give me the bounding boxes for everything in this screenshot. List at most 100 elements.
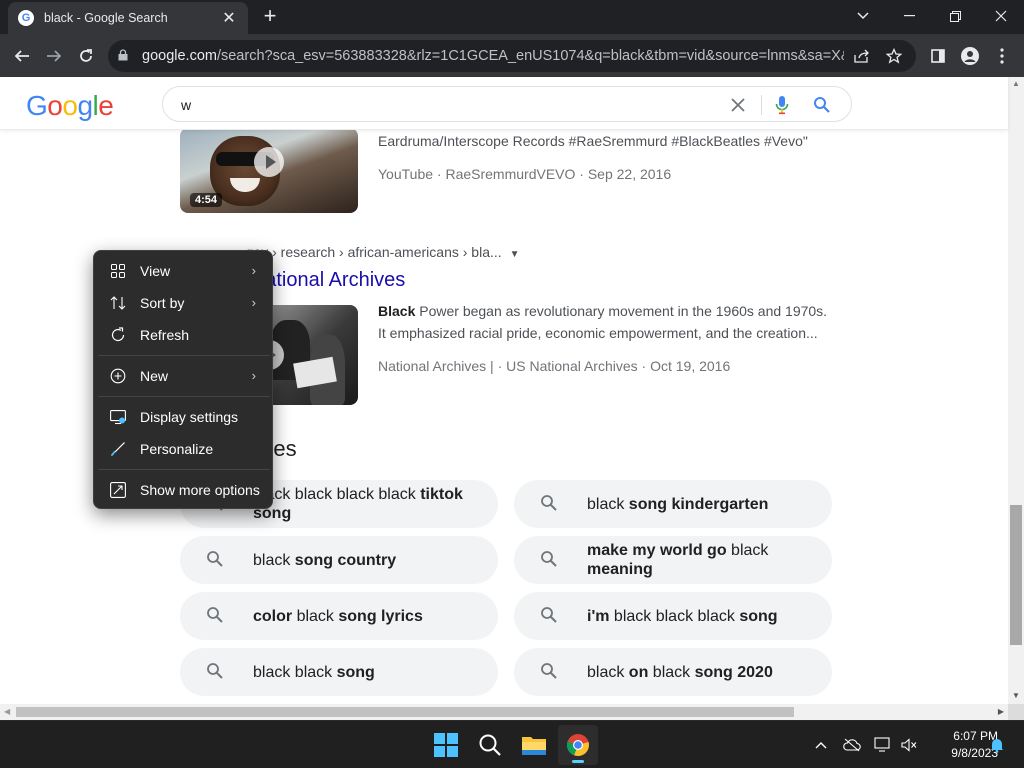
divider [761, 95, 762, 115]
chevron-right-icon: › [251, 295, 256, 310]
windows-taskbar: 6:07 PM 9/8/2023 [0, 720, 1024, 768]
menu-item-refresh[interactable]: Refresh [98, 320, 270, 350]
close-tab-icon[interactable]: ✕ [220, 8, 238, 28]
volume-muted-icon[interactable] [898, 735, 920, 755]
horizontal-scrollbar[interactable]: ◀ ▶ [0, 704, 1008, 720]
scrollbar-corner [1008, 704, 1024, 720]
display-icon [110, 409, 126, 425]
menu-separator [98, 355, 270, 356]
google-favicon-icon: G [18, 10, 34, 26]
address-bar[interactable]: google.com/search?sca_esv=563883328&rlz=… [108, 40, 916, 72]
result-meta: National Archives | · US National Archiv… [378, 358, 731, 374]
desktop-context-menu: View › Sort by › Refresh New › Display s… [93, 250, 273, 509]
notification-bell-icon[interactable] [986, 735, 1008, 755]
result-snippet: Black Power began as revolutionary movem… [378, 303, 828, 341]
horizontal-scroll-thumb[interactable] [16, 707, 794, 717]
related-search-chip[interactable]: i'm black black black song [514, 592, 832, 640]
search-magnifier-icon[interactable] [809, 92, 835, 118]
side-panel-icon[interactable] [924, 42, 952, 70]
video-thumbnail[interactable]: 4:54 [180, 128, 358, 213]
microphone-icon[interactable] [769, 92, 795, 118]
menu-item-show-more-options[interactable]: Show more options [98, 475, 270, 505]
share-icon[interactable] [850, 49, 874, 63]
more-menu-icon[interactable] [988, 42, 1016, 70]
forward-arrow-icon[interactable] [40, 42, 68, 70]
menu-item-display-settings[interactable]: Display settings [98, 402, 270, 432]
related-search-label: black black song [253, 663, 375, 681]
close-window-button[interactable] [986, 4, 1016, 28]
chevron-right-icon: › [251, 368, 256, 383]
related-search-chip[interactable]: black black song [180, 648, 498, 696]
taskbar-search-icon[interactable] [470, 725, 510, 765]
tab-search-chevron-icon[interactable] [848, 4, 878, 28]
windows-start-icon[interactable] [426, 725, 466, 765]
grid-icon [110, 263, 126, 279]
vertical-scroll-thumb[interactable] [1010, 505, 1022, 645]
scroll-up-arrow-icon[interactable]: ▲ [1012, 79, 1020, 88]
lock-icon[interactable] [118, 48, 134, 64]
menu-separator [98, 396, 270, 397]
file-explorer-icon[interactable] [514, 725, 554, 765]
browser-tab[interactable]: G black - Google Search ✕ [8, 2, 248, 34]
restore-button[interactable] [940, 4, 970, 28]
related-search-label: black on black song 2020 [587, 663, 773, 681]
refresh-icon [110, 327, 126, 343]
result-meta: YouTube · RaeSremmurdVEVO · Sep 22, 2016 [378, 166, 672, 182]
network-icon[interactable] [872, 735, 894, 755]
search-icon [540, 606, 560, 626]
search-icon [540, 662, 560, 682]
search-box[interactable]: w [162, 86, 852, 122]
reload-icon[interactable] [72, 42, 100, 70]
play-icon[interactable] [254, 147, 284, 177]
search-input[interactable]: w [181, 97, 191, 113]
scroll-right-arrow-icon[interactable]: ▶ [998, 707, 1004, 716]
related-search-label: i'm black black black song [587, 607, 778, 625]
show-hidden-icons-chevron-icon[interactable] [810, 735, 832, 755]
related-search-label: make my world go black meaning [587, 542, 769, 578]
search-icon [206, 550, 226, 570]
menu-item-new[interactable]: New › [98, 361, 270, 391]
google-header: Google w [0, 77, 1008, 130]
search-icon [540, 494, 560, 514]
tab-strip: G black - Google Search ✕ + [0, 0, 1024, 34]
related-search-chip[interactable]: black on black song 2020 [514, 648, 832, 696]
chevron-right-icon: › [251, 263, 256, 278]
back-arrow-icon[interactable] [8, 42, 36, 70]
video-duration: 4:54 [190, 193, 223, 207]
related-search-label: black black black black tiktok song [253, 486, 463, 522]
screen: G black - Google Search ✕ + google.com/s… [0, 0, 1024, 768]
vertical-scrollbar[interactable]: ▲ ▼ [1008, 77, 1024, 704]
menu-item-view[interactable]: View › [98, 256, 270, 286]
profile-avatar-icon[interactable] [956, 42, 984, 70]
search-icon [206, 606, 226, 626]
new-tab-button[interactable]: + [258, 5, 282, 28]
minimize-button[interactable] [894, 4, 924, 28]
search-icon [206, 662, 226, 682]
google-logo[interactable]: Google [26, 90, 114, 122]
brush-icon [110, 441, 126, 457]
scroll-left-arrow-icon[interactable]: ◀ [4, 707, 10, 716]
tab-title: black - Google Search [44, 11, 168, 25]
more-options-caret-icon[interactable]: ▼ [510, 249, 520, 260]
menu-item-sort-by[interactable]: Sort by › [98, 288, 270, 318]
sort-icon [110, 295, 126, 311]
search-icon [540, 550, 560, 570]
url-text[interactable]: google.com/search?sca_esv=563883328&rlz=… [142, 48, 844, 64]
cloud-offline-icon[interactable] [841, 735, 863, 755]
related-search-label: color black song lyrics [253, 607, 423, 625]
browser-toolbar: google.com/search?sca_esv=563883328&rlz=… [0, 34, 1024, 77]
clear-search-icon[interactable] [725, 92, 751, 118]
scroll-down-arrow-icon[interactable]: ▼ [1012, 691, 1020, 700]
result-snippet: Eardruma/Interscope Records #RaeSremmurd… [378, 133, 808, 149]
related-search-label: black song kindergarten [587, 495, 769, 513]
related-search-label: black song country [253, 551, 397, 569]
result-breadcrumb[interactable]: ...gov › research › african-americans › … [234, 244, 520, 260]
bookmark-star-icon[interactable] [882, 48, 906, 64]
related-search-chip[interactable]: color black song lyrics [180, 592, 498, 640]
menu-item-personalize[interactable]: Personalize [98, 434, 270, 464]
related-search-chip[interactable]: make my world go black meaning [514, 536, 832, 584]
chrome-taskbar-icon[interactable] [558, 725, 598, 765]
plus-circle-icon [110, 368, 126, 384]
related-search-chip[interactable]: black song kindergarten [514, 480, 832, 528]
related-search-chip[interactable]: black song country [180, 536, 498, 584]
